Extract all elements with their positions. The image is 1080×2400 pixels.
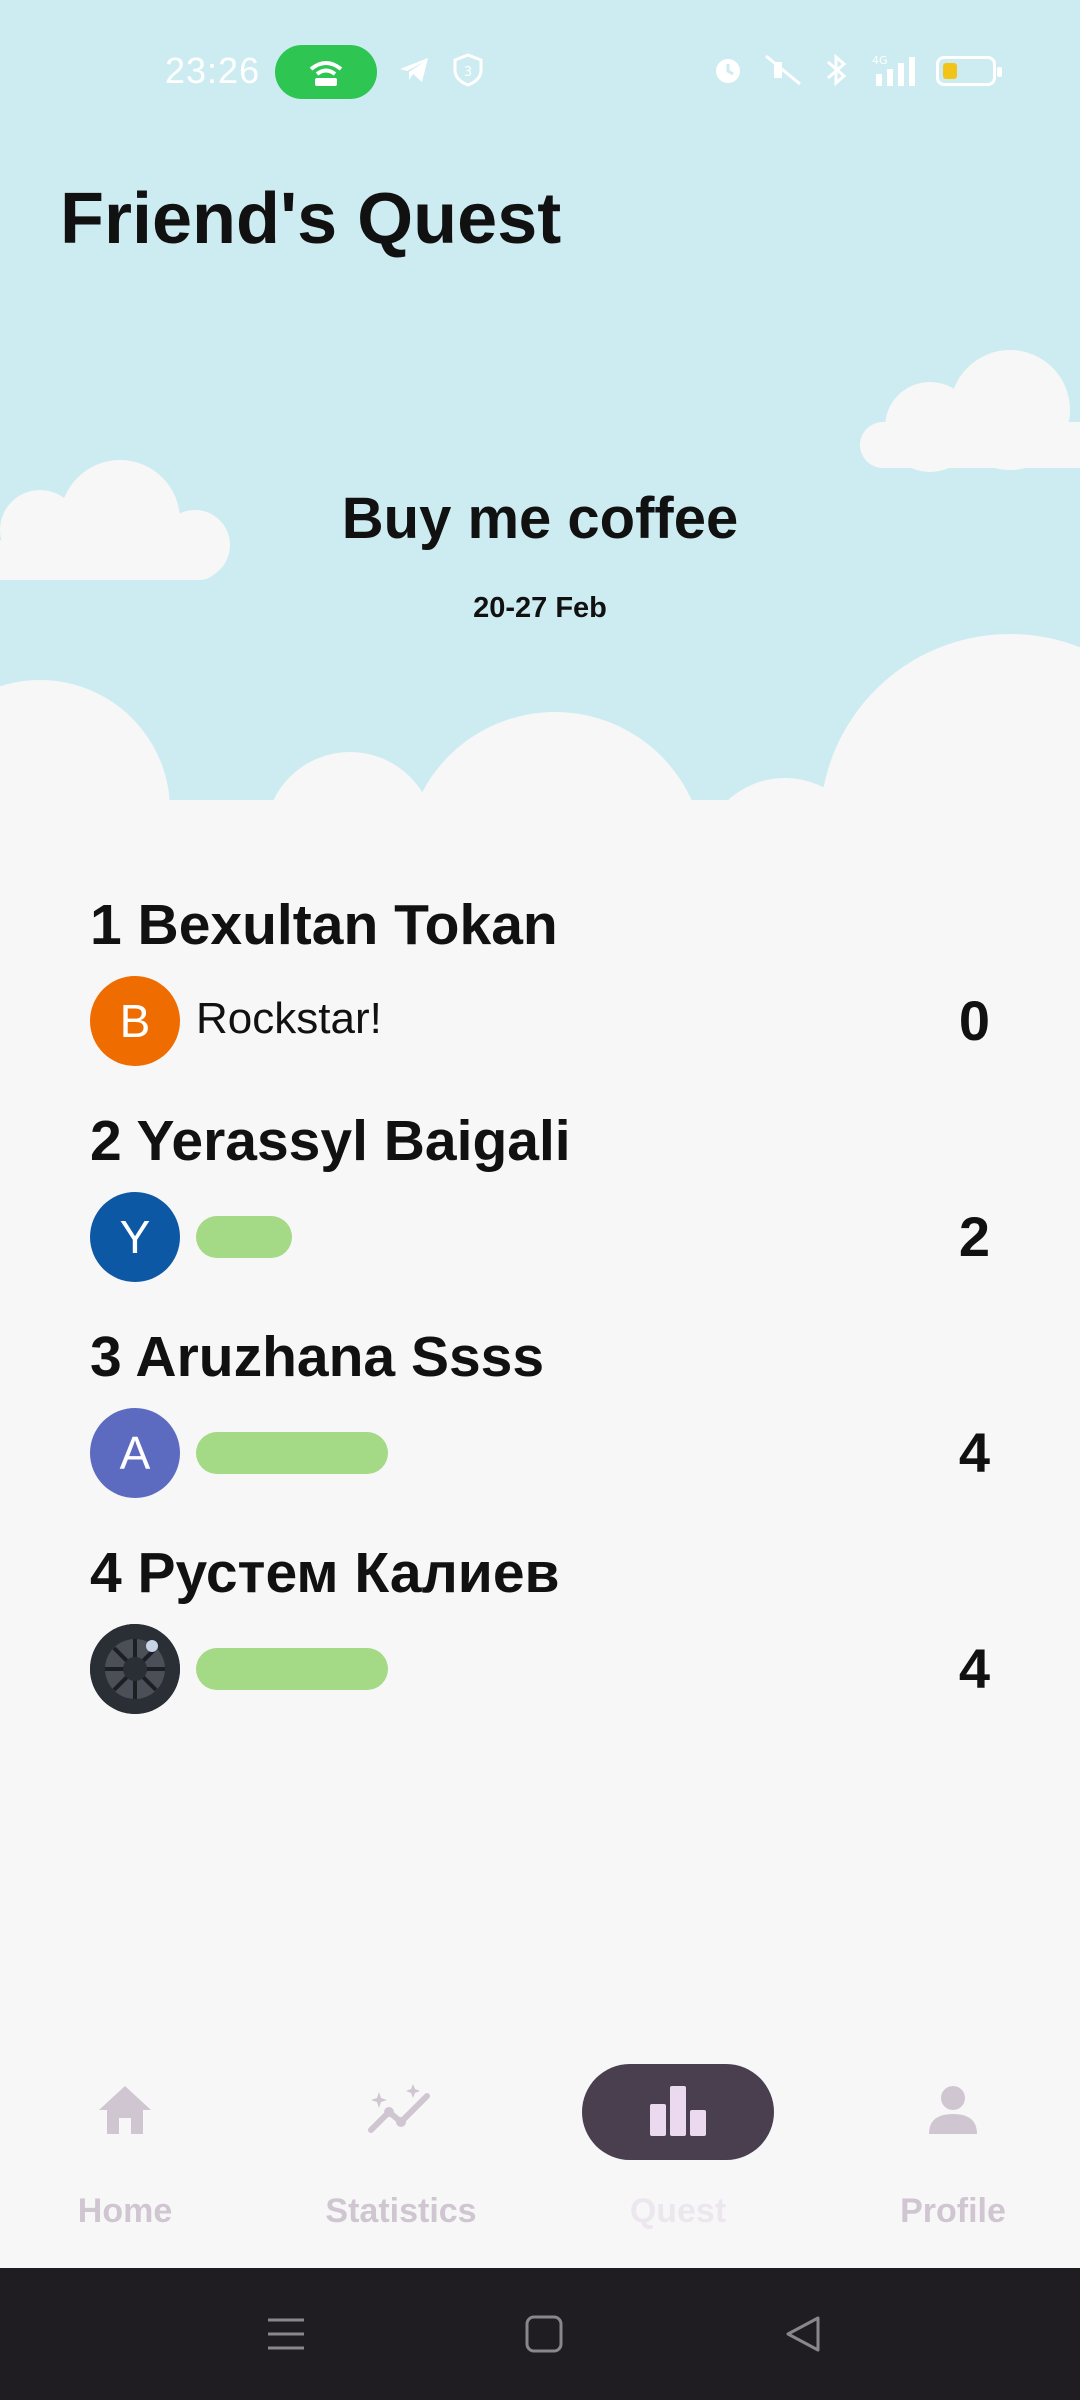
leaderboard-entry[interactable]: 2 Yerassyl Baigali Y 2 bbox=[90, 1086, 990, 1302]
leaderboard-icon bbox=[623, 2082, 733, 2138]
quest-dates: 20-27 Feb bbox=[473, 592, 607, 624]
quest-title: Buy me coffee bbox=[341, 486, 739, 551]
score: 2 bbox=[958, 1205, 990, 1268]
leaderboard-entry[interactable]: 1 Bexultan Tokan B Rockstar! 0 bbox=[90, 870, 990, 1086]
shield-icon: 3 bbox=[453, 53, 483, 87]
leaderboard-entry[interactable]: 4 Рустем Калиев 4 bbox=[90, 1518, 990, 1734]
avatar: B bbox=[90, 976, 180, 1066]
nav-profile[interactable]: Profile bbox=[818, 2040, 1080, 2268]
alarm-icon bbox=[716, 59, 740, 83]
leaderboard: 1 Bexultan Tokan B Rockstar! 0 2 Yerassy… bbox=[90, 870, 990, 1734]
mute-icon bbox=[765, 54, 801, 86]
leaderboard-entry[interactable]: 3 Aruzhana Ssss A 4 bbox=[90, 1302, 990, 1518]
entry-name: 1 Bexultan Tokan bbox=[90, 893, 558, 957]
score: 4 bbox=[958, 1637, 990, 1700]
home-button-icon[interactable] bbox=[522, 2312, 566, 2356]
svg-text:4G: 4G bbox=[872, 54, 888, 67]
status-bar: 23:26 3 4G bbox=[0, 0, 1080, 140]
home-icon bbox=[70, 2082, 180, 2138]
avatar-photo bbox=[90, 1624, 180, 1714]
battery-icon bbox=[936, 56, 1002, 86]
avatar: A bbox=[90, 1408, 180, 1498]
score: 4 bbox=[958, 1421, 990, 1484]
svg-text:3: 3 bbox=[464, 65, 472, 80]
progress-bar bbox=[196, 1648, 388, 1690]
bottom-nav: Home Statistics Quest Profile bbox=[0, 2040, 1080, 2268]
nav-statistics[interactable]: Statistics bbox=[266, 2040, 536, 2268]
menu-icon[interactable] bbox=[264, 2312, 308, 2356]
cloud bbox=[860, 422, 1080, 468]
score: 0 bbox=[958, 989, 990, 1052]
wifi-hotspot-icon bbox=[275, 45, 377, 99]
nav-label: Statistics bbox=[325, 2192, 477, 2230]
avatar: Y bbox=[90, 1192, 180, 1282]
nav-label: Home bbox=[77, 2192, 173, 2230]
signal-4g-icon: 4G bbox=[872, 54, 915, 86]
back-icon[interactable] bbox=[780, 2312, 824, 2356]
statistics-icon bbox=[346, 2082, 456, 2138]
status-text: Rockstar! bbox=[196, 994, 382, 1043]
status-time: 23:26 bbox=[165, 50, 261, 91]
progress-bar bbox=[196, 1216, 292, 1258]
entry-name: 3 Aruzhana Ssss bbox=[90, 1325, 545, 1389]
telegram-icon bbox=[400, 58, 428, 82]
nav-label: Profile bbox=[900, 2192, 1006, 2230]
progress-bar bbox=[196, 1432, 388, 1474]
nav-home[interactable]: Home bbox=[0, 2040, 260, 2268]
entry-name: 4 Рустем Калиев bbox=[90, 1541, 560, 1605]
system-nav-bar bbox=[0, 2268, 1080, 2400]
nav-label: Quest bbox=[629, 2192, 727, 2230]
nav-quest[interactable]: Quest bbox=[543, 2040, 813, 2268]
entry-name: 2 Yerassyl Baigali bbox=[90, 1109, 571, 1173]
bluetooth-icon bbox=[827, 53, 847, 87]
app-title: Friend's Quest bbox=[60, 179, 562, 259]
cloud-base bbox=[0, 800, 1080, 860]
profile-icon bbox=[898, 2082, 1008, 2138]
